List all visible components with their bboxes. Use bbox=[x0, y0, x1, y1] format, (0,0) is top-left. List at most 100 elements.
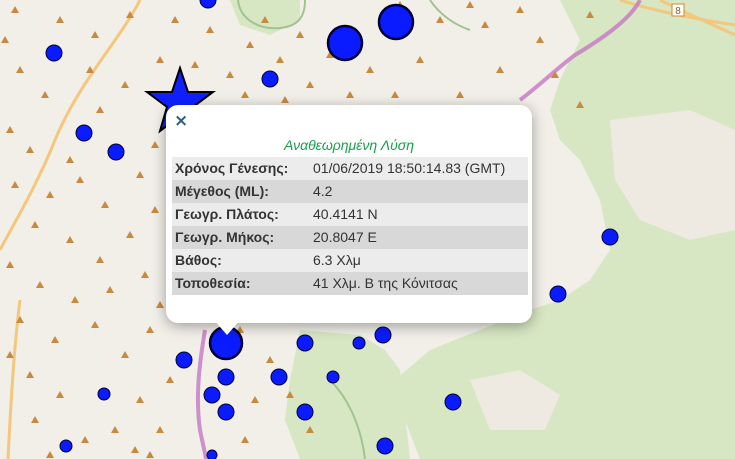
peak-triangle-icon bbox=[456, 91, 464, 98]
peak-triangle-icon bbox=[266, 356, 274, 363]
earthquake-circle-icon[interactable] bbox=[175, 351, 193, 369]
earthquake-circle-icon[interactable] bbox=[107, 143, 125, 161]
peak-triangle-icon bbox=[31, 221, 39, 228]
earthquake-circle-icon[interactable] bbox=[352, 336, 366, 350]
peak-triangle-icon bbox=[366, 66, 374, 73]
peak-triangle-icon bbox=[106, 286, 114, 293]
peak-triangle-icon bbox=[71, 296, 79, 303]
earthquake-circle-icon[interactable] bbox=[75, 124, 93, 142]
location-value: 41 Χλμ. Β της Κόνιτσας bbox=[310, 272, 528, 295]
peak-triangle-icon bbox=[536, 36, 544, 43]
earthquake-circle-icon[interactable] bbox=[45, 44, 63, 62]
peak-triangle-icon bbox=[6, 126, 14, 133]
earthquake-circle-icon[interactable] bbox=[601, 228, 619, 246]
peak-triangle-icon bbox=[91, 321, 99, 328]
earthquake-circle-icon[interactable] bbox=[444, 393, 462, 411]
earthquake-circle-icon[interactable] bbox=[377, 3, 415, 41]
peak-triangle-icon bbox=[11, 181, 19, 188]
peak-triangle-icon bbox=[91, 31, 99, 38]
peak-triangle-icon bbox=[46, 451, 54, 458]
latitude-label: Γεωγρ. Πλάτος: bbox=[172, 203, 310, 226]
peak-triangle-icon bbox=[156, 426, 164, 433]
peak-triangle-icon bbox=[111, 426, 119, 433]
road-shield: 8 bbox=[671, 3, 685, 17]
peak-triangle-icon bbox=[436, 16, 444, 23]
earthquake-circle-icon[interactable] bbox=[326, 370, 340, 384]
earthquake-details-table: Χρόνος Γένεσης: 01/06/2019 18:50:14.83 (… bbox=[172, 157, 528, 295]
magnitude-label: Μέγεθος (ML): bbox=[172, 180, 310, 203]
popup-title: Αναθεωρημένη Λύση bbox=[284, 137, 414, 153]
table-row: Γεωγρ. Πλάτος: 40.4141 N bbox=[172, 203, 528, 226]
peak-triangle-icon bbox=[16, 66, 24, 73]
peak-triangle-icon bbox=[156, 301, 164, 308]
peak-triangle-icon bbox=[151, 206, 159, 213]
peak-triangle-icon bbox=[391, 91, 399, 98]
peak-triangle-icon bbox=[96, 106, 104, 113]
peak-triangle-icon bbox=[26, 146, 34, 153]
earthquake-circle-icon[interactable] bbox=[374, 326, 392, 344]
latitude-value: 40.4141 N bbox=[310, 203, 528, 226]
earthquake-circle-icon[interactable] bbox=[326, 24, 364, 62]
peak-triangle-icon bbox=[11, 6, 19, 13]
peak-triangle-icon bbox=[151, 141, 159, 148]
peak-triangle-icon bbox=[126, 231, 134, 238]
peak-triangle-icon bbox=[346, 91, 354, 98]
peak-triangle-icon bbox=[51, 336, 59, 343]
peak-triangle-icon bbox=[146, 451, 154, 458]
peak-triangle-icon bbox=[66, 156, 74, 163]
earthquake-circle-icon[interactable] bbox=[296, 403, 314, 421]
peak-triangle-icon bbox=[146, 326, 154, 333]
earthquake-circle-icon[interactable] bbox=[296, 334, 314, 352]
peak-triangle-icon bbox=[101, 201, 109, 208]
table-row: Χρόνος Γένεσης: 01/06/2019 18:50:14.83 (… bbox=[172, 157, 528, 180]
earthquake-circle-icon[interactable] bbox=[206, 449, 218, 459]
depth-label: Βάθος: bbox=[172, 249, 310, 272]
peak-triangle-icon bbox=[131, 446, 139, 453]
peak-triangle-icon bbox=[281, 96, 289, 103]
table-row: Μέγεθος (ML): 4.2 bbox=[172, 180, 528, 203]
peak-triangle-icon bbox=[276, 56, 284, 63]
peak-triangle-icon bbox=[241, 91, 249, 98]
earthquake-circle-icon[interactable] bbox=[217, 368, 235, 386]
popup-tip bbox=[213, 319, 241, 335]
peak-triangle-icon bbox=[246, 41, 254, 48]
peak-triangle-icon bbox=[156, 56, 164, 63]
peak-triangle-icon bbox=[191, 61, 199, 68]
peak-triangle-icon bbox=[241, 436, 249, 443]
earthquake-info-popup: × Αναθεωρημένη Λύση Χρόνος Γένεσης: 01/0… bbox=[166, 105, 532, 323]
origin-time-label: Χρόνος Γένεσης: bbox=[172, 157, 310, 180]
peak-triangle-icon bbox=[141, 271, 149, 278]
peak-triangle-icon bbox=[466, 1, 474, 8]
magnitude-value: 4.2 bbox=[310, 180, 528, 203]
earthquake-circle-icon[interactable] bbox=[199, 0, 217, 9]
earthquake-circle-icon[interactable] bbox=[261, 70, 279, 88]
peak-triangle-icon bbox=[76, 176, 84, 183]
peak-triangle-icon bbox=[26, 371, 34, 378]
earthquake-circle-icon[interactable] bbox=[549, 285, 567, 303]
peak-triangle-icon bbox=[306, 81, 314, 88]
peak-triangle-icon bbox=[31, 416, 39, 423]
svg-text:8: 8 bbox=[675, 6, 681, 17]
peak-triangle-icon bbox=[136, 171, 144, 178]
peak-triangle-icon bbox=[416, 56, 424, 63]
longitude-value: 20.8047 E bbox=[310, 226, 528, 249]
peak-triangle-icon bbox=[166, 376, 174, 383]
earthquake-circle-icon[interactable] bbox=[97, 387, 111, 401]
earthquake-circle-icon[interactable] bbox=[270, 368, 288, 386]
close-icon[interactable]: × bbox=[174, 113, 188, 130]
earthquake-circle-icon[interactable] bbox=[203, 386, 221, 404]
table-row: Τοποθεσία: 41 Χλμ. Β της Κόνιτσας bbox=[172, 272, 528, 295]
earthquake-circle-icon[interactable] bbox=[376, 437, 394, 455]
peak-triangle-icon bbox=[56, 391, 64, 398]
peak-triangle-icon bbox=[226, 71, 234, 78]
earthquake-circle-icon[interactable] bbox=[217, 403, 235, 421]
peak-triangle-icon bbox=[121, 81, 129, 88]
peak-triangle-icon bbox=[66, 236, 74, 243]
peak-triangle-icon bbox=[41, 91, 49, 98]
peak-triangle-icon bbox=[121, 351, 129, 358]
peak-triangle-icon bbox=[81, 436, 89, 443]
earthquake-circle-icon[interactable] bbox=[59, 439, 73, 453]
peak-triangle-icon bbox=[1, 36, 9, 43]
peak-triangle-icon bbox=[171, 16, 179, 23]
longitude-label: Γεωγρ. Μήκος: bbox=[172, 226, 310, 249]
